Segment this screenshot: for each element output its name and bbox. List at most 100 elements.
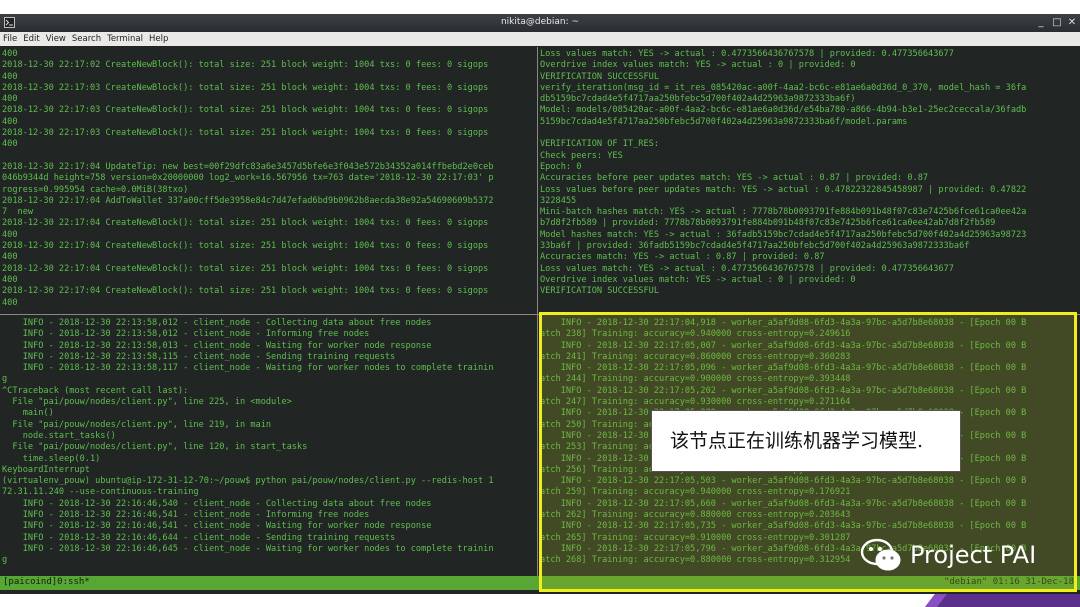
terminal-line: atch 238] Training: accuracy=0.940000 cr… xyxy=(540,329,851,340)
terminal-line: 2018-12-30 22:17:04 CreateNewBlock(): to… xyxy=(2,218,489,229)
status-session: [paicoind]0:ssh* xyxy=(3,577,90,587)
terminal-line: Model hashes match: YES -> actual : 36fa… xyxy=(540,229,1027,240)
terminal-line: 400 xyxy=(2,297,18,308)
terminal-line: 72.31.11.240 --use-continuous-training xyxy=(2,487,199,498)
terminal-line: 046b9344d height=758 version=0x20000000 … xyxy=(2,173,494,184)
terminal-line: atch 259] Training: accuracy=0.940000 cr… xyxy=(540,487,851,498)
terminal-line: INFO - 2018-12-30 22:17:05,202 - worker_… xyxy=(540,385,1027,396)
terminal-line: 400 xyxy=(2,252,18,263)
terminal-line: INFO - 2018-12-30 22:16:46,645 - client_… xyxy=(2,543,494,554)
status-host-time: "debian" 01:16 31-Dec-18 xyxy=(943,577,1074,587)
pane-verification-log[interactable]: Loss values match: YES -> actual : 0.477… xyxy=(540,49,1078,313)
menu-search[interactable]: Search xyxy=(69,32,104,44)
watermark-text: Project PAI xyxy=(910,541,1037,569)
terminal-line: INFO - 2018-12-30 22:13:58,013 - client_… xyxy=(2,340,432,351)
terminal-line: 2018-12-30 22:17:02 CreateNewBlock(): to… xyxy=(2,60,489,71)
terminal-line: INFO - 2018-12-30 22:13:58,012 - client_… xyxy=(2,329,370,340)
terminal-line: atch 247] Training: accuracy=0.930000 cr… xyxy=(540,397,851,408)
terminal-line: INFO - 2018-12-30 22:17:04,918 - worker_… xyxy=(540,318,1027,328)
terminal-window: nikita@debian: ~ _ □ ✕ File Edit View Searc… xyxy=(0,14,1080,594)
terminal-line: 2018-12-30 22:17:04 CreateNewBlock(): to… xyxy=(2,263,489,274)
terminal-line: 2018-12-30 22:17:03 CreateNewBlock(): to… xyxy=(2,105,489,116)
terminal-line: b7d8f2fb589 | provided: 7778b78b0093791f… xyxy=(540,218,996,229)
terminal-line: INFO - 2018-12-30 22:13:58,117 - client_… xyxy=(2,363,494,374)
terminal-line: g xyxy=(2,555,8,566)
terminal-line: main() xyxy=(2,408,54,419)
terminal-line: Epoch: 0 xyxy=(540,161,582,172)
terminal-line: INFO - 2018-12-30 22:16:46,541 - client_… xyxy=(2,510,370,521)
pane-client-node-log[interactable]: INFO - 2018-12-30 22:13:58,012 - client_… xyxy=(2,318,535,574)
maximize-button[interactable]: □ xyxy=(1050,16,1064,30)
terminal-line: VERIFICATION OF IT_RES: xyxy=(540,139,659,150)
terminal-line: Accuracies before peer updates match: YE… xyxy=(540,173,929,184)
pane-divider-horizontal[interactable] xyxy=(0,314,1080,315)
terminal-line: 2018-12-30 22:17:03 CreateNewBlock(): to… xyxy=(2,128,489,139)
window-title: nikita@debian: ~ xyxy=(500,17,580,27)
terminal-line: INFO - 2018-12-30 22:17:05,007 - worker_… xyxy=(540,340,1027,351)
terminal-line: db5159bc7cdad4e5f4717aa250bfebc5d700f402… xyxy=(540,94,856,105)
terminal-line: Check peers: YES xyxy=(540,150,623,161)
terminal-line: Overdrive index values match: YES -> act… xyxy=(540,274,856,285)
minimize-button[interactable]: _ xyxy=(1034,16,1048,30)
terminal-line: INFO - 2018-12-30 22:17:05,660 - worker_… xyxy=(540,498,1027,509)
terminal-line: 7 new xyxy=(2,207,34,218)
terminal-line: 400 xyxy=(2,49,18,59)
terminal-line: VERIFICATION SUCCESSFUL xyxy=(540,286,659,297)
terminal-line: INFO - 2018-12-30 22:13:58,012 - client_… xyxy=(2,318,432,328)
terminal-line: 2018-12-30 22:17:03 CreateNewBlock(): to… xyxy=(2,82,489,93)
terminal-line: ^CTraceback (most recent call last): xyxy=(2,385,189,396)
terminal-line: KeyboardInterrupt xyxy=(2,464,90,475)
terminal-line: (virtualenv_pouw) ubuntu@ip-172-31-12-70… xyxy=(2,476,494,487)
caption-box: 该节点正在训练机器学习模型. xyxy=(651,410,961,472)
terminal-line: rogress=0.995954 cache=0.0MiB(38txo) xyxy=(2,184,189,195)
terminal-line: node.start_tasks() xyxy=(2,430,116,441)
terminal-line: Loss values match: YES -> actual : 0.477… xyxy=(540,49,954,59)
terminal-line: INFO - 2018-12-30 22:17:05,503 - worker_… xyxy=(540,476,1027,487)
pane-paicoind-log[interactable]: 400 2018-12-30 22:17:02 CreateNewBlock():… xyxy=(2,49,535,313)
terminal-line: atch 241] Training: accuracy=0.860000 cr… xyxy=(540,351,851,362)
terminal-line: 400 xyxy=(2,139,18,150)
terminal-line: INFO - 2018-12-30 22:16:46,541 - client_… xyxy=(2,521,432,532)
terminal-line: Loss values match: YES -> actual : 0.477… xyxy=(540,263,954,274)
terminal-line: File "pai/pouw/nodes/client.py", line 22… xyxy=(2,397,292,408)
menu-bar: File Edit View Search Terminal Help xyxy=(0,32,1080,46)
terminal-line: Accuracies match: YES -> actual : 0.87 |… xyxy=(540,252,825,263)
terminal-line: verify_iteration(msg_id = it_res_085420a… xyxy=(540,82,1027,93)
terminal-line: 400 xyxy=(2,229,18,240)
terminal-line: 400 xyxy=(2,71,18,82)
terminal-line: 400 xyxy=(2,274,18,285)
menu-terminal[interactable]: Terminal xyxy=(104,32,146,44)
terminal-line: 2018-12-30 22:17:04 AddToWallet 337a00cf… xyxy=(2,195,494,206)
terminal-line: Loss values before peer updates match: Y… xyxy=(540,184,1027,195)
terminal-line: 400 xyxy=(2,116,18,127)
terminal-line: INFO - 2018-12-30 22:16:46,540 - client_… xyxy=(2,498,432,509)
tmux-status-bar: [paicoind]0:ssh* "debian" 01:16 31-Dec-1… xyxy=(0,576,1080,590)
terminal-line: INFO - 2018-12-30 22:13:58,115 - client_… xyxy=(2,351,396,362)
menu-edit[interactable]: Edit xyxy=(20,32,42,44)
brand-corner-shape xyxy=(925,594,1080,607)
menu-view[interactable]: View xyxy=(43,32,69,44)
pane-divider-vertical[interactable] xyxy=(537,47,538,576)
terminal-line: Mini-batch hashes match: YES -> actual :… xyxy=(540,207,1027,218)
terminal-line: 2018-12-30 22:17:04 UpdateTip: new best=… xyxy=(2,161,494,172)
terminal-line: File "pai/pouw/nodes/client.py", line 12… xyxy=(2,442,308,453)
menu-file[interactable]: File xyxy=(0,32,20,44)
terminal-line: 2018-12-30 22:17:04 CreateNewBlock(): to… xyxy=(2,241,489,252)
close-button[interactable]: ✕ xyxy=(1065,16,1079,30)
terminal-line: Overdrive index values match: YES -> act… xyxy=(540,60,856,71)
terminal-line: INFO - 2018-12-30 22:17:05,735 - worker_… xyxy=(540,521,1027,532)
terminal-line: g xyxy=(2,374,8,385)
terminal-line: File "pai/pouw/nodes/client.py", line 21… xyxy=(2,419,272,430)
terminal-line: 3228455 xyxy=(540,195,577,206)
terminal-line: 400 xyxy=(2,94,18,105)
terminal-line: 5159bc7cdad4e5f4717aa250bfebc5d700f402a4… xyxy=(540,116,908,127)
terminal-line: 33ba6f | provided: 36fadb5159bc7cdad4e5f… xyxy=(540,241,970,252)
terminal-line: INFO - 2018-12-30 22:16:46,644 - client_… xyxy=(2,532,396,543)
terminal-line: atch 262] Training: accuracy=0.880000 cr… xyxy=(540,510,851,521)
menu-help[interactable]: Help xyxy=(146,32,171,44)
wechat-icon xyxy=(860,538,901,571)
terminal-line: INFO - 2018-12-30 22:17:05,096 - worker_… xyxy=(540,363,1027,374)
terminal-line: time.sleep(0.1) xyxy=(2,453,101,464)
